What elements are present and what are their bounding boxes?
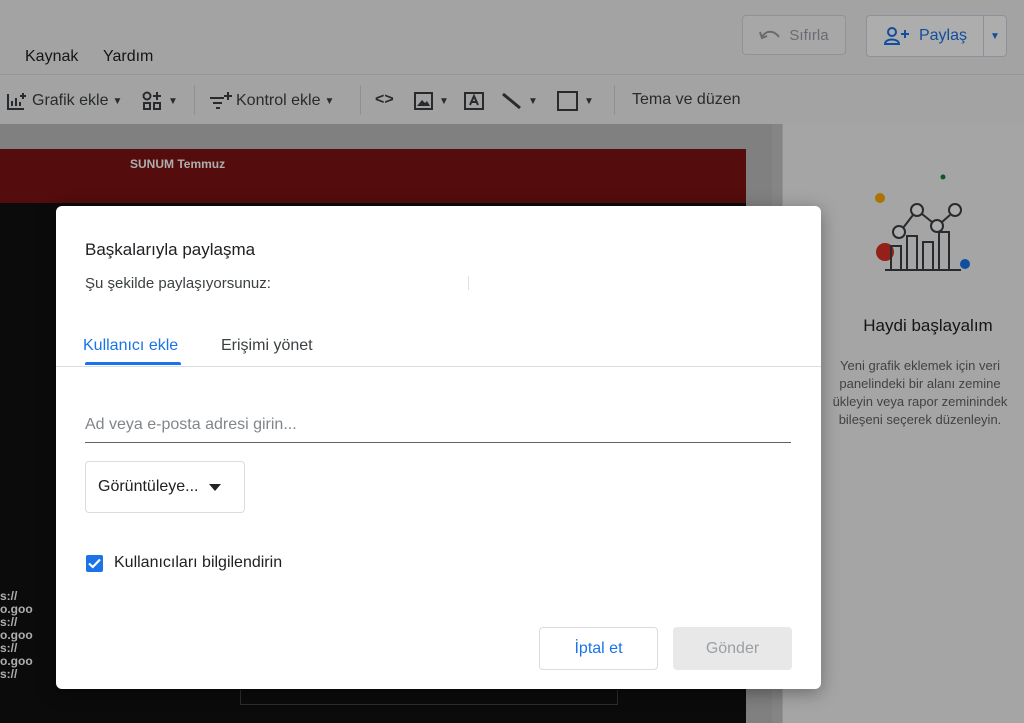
role-dropdown[interactable]: Görüntüleye... — [85, 461, 245, 513]
caret-down-icon — [208, 483, 221, 491]
send-button[interactable]: Gönder — [673, 627, 792, 670]
notify-checkbox[interactable] — [86, 555, 103, 572]
notify-label: Kullanıcıları bilgilendirin — [114, 554, 283, 571]
dialog-subtitle: Şu şekilde paylaşıyorsunuz: — [85, 275, 271, 292]
checkmark-icon — [88, 558, 101, 569]
active-tab-indicator — [85, 362, 181, 365]
tab-manage-access[interactable]: Erişimi yönet — [221, 337, 313, 355]
tab-add-users[interactable]: Kullanıcı ekle — [83, 337, 178, 355]
share-dialog: Başkalarıyla paylaşma Şu şekilde paylaşı… — [56, 206, 821, 689]
cancel-button[interactable]: İptal et — [539, 627, 658, 670]
dialog-title: Başkalarıyla paylaşma — [85, 240, 256, 259]
subtitle-divider — [468, 276, 469, 290]
email-input[interactable] — [85, 408, 791, 443]
tabs-divider — [56, 366, 821, 367]
role-dropdown-value: Görüntüleye... — [98, 478, 199, 495]
